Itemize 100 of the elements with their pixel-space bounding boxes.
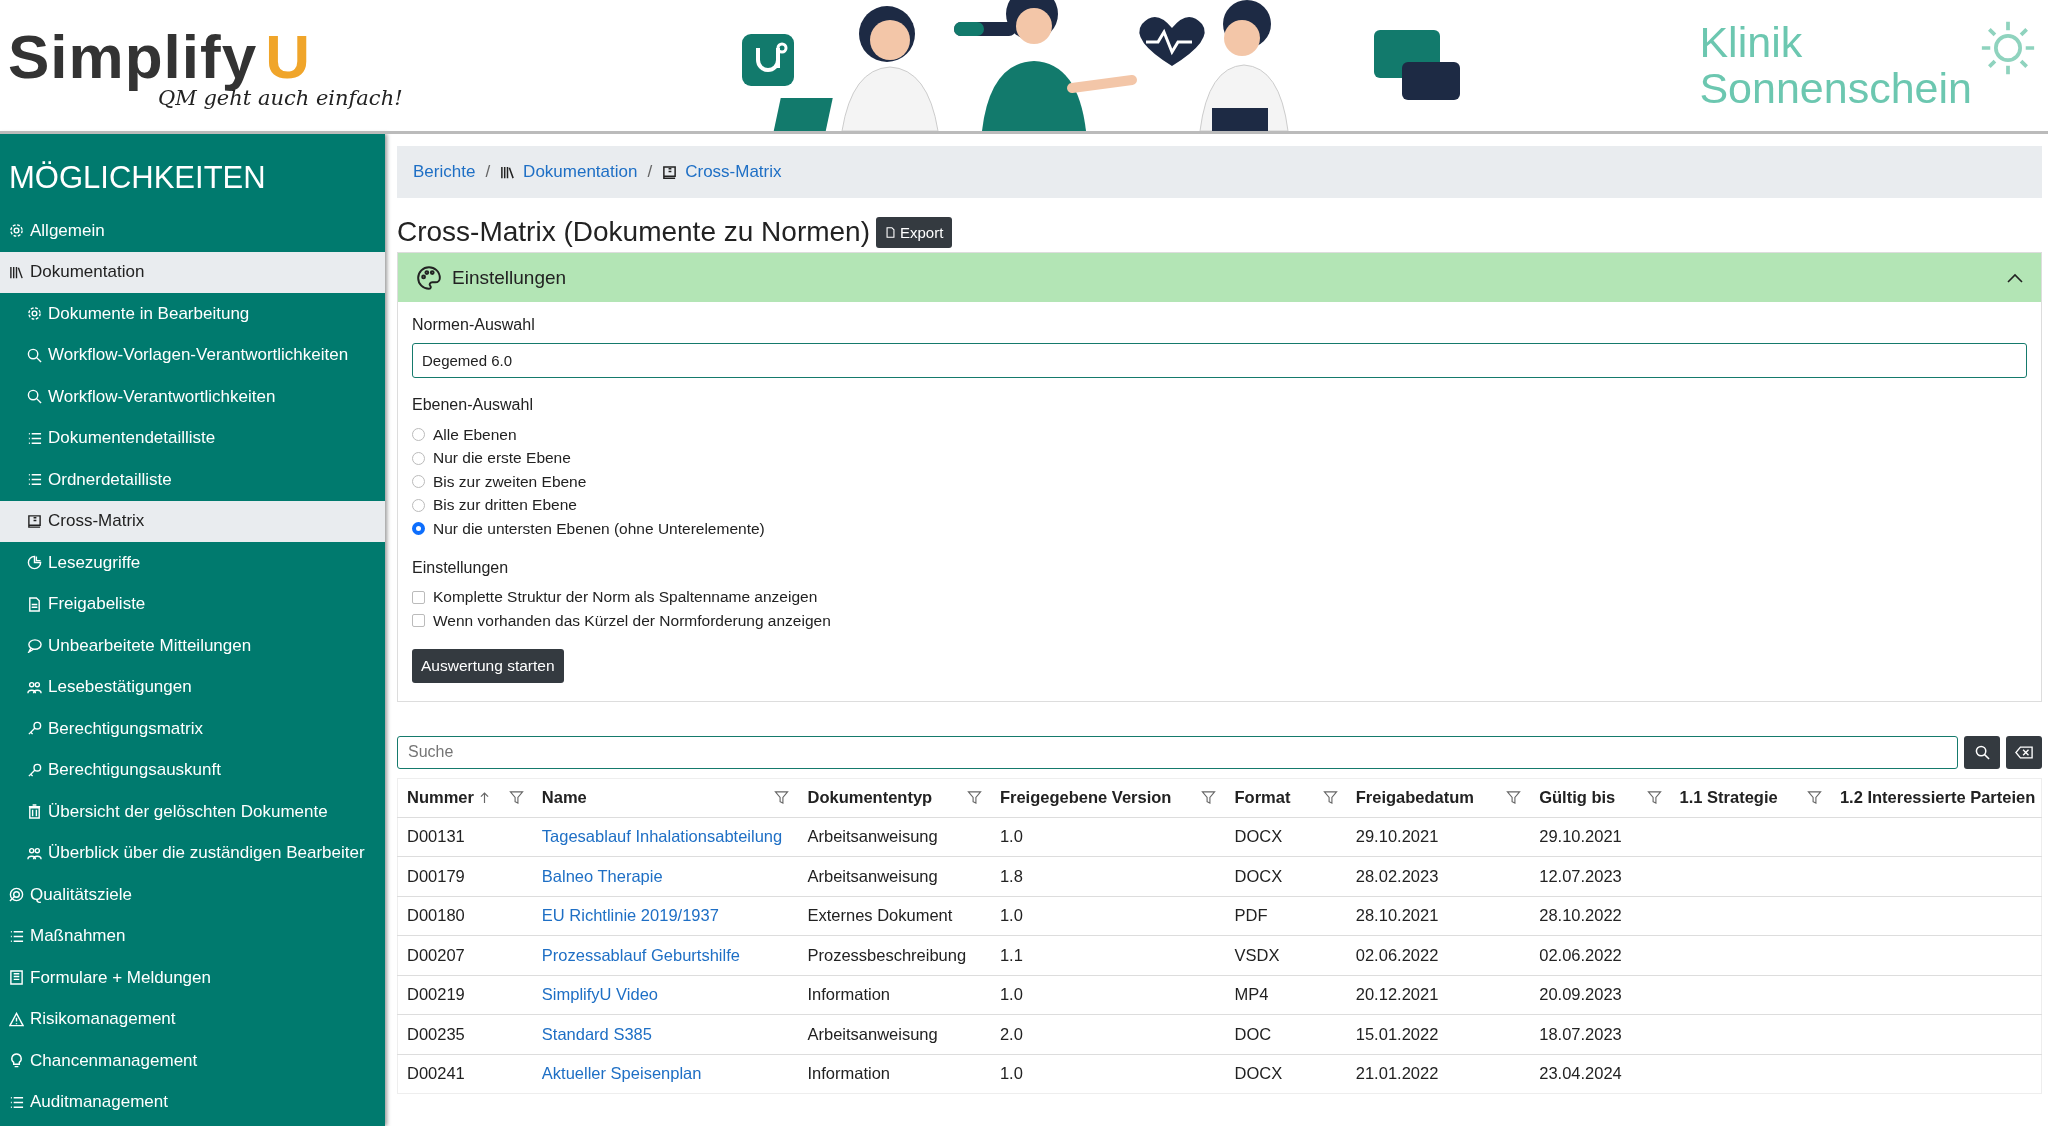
breadcrumb-link[interactable]: Cross-Matrix <box>685 162 782 182</box>
table-cell: Information <box>807 985 890 1004</box>
list-icon <box>27 472 42 488</box>
table-cell: D00241 <box>407 1064 465 1083</box>
sun-icon <box>1980 20 2036 77</box>
settings-header[interactable]: Einstellungen <box>398 253 2041 302</box>
sidebar-item[interactable]: Lesezugriffe <box>0 542 385 584</box>
table-cell: Prozessbeschreibung <box>807 945 967 964</box>
column-header[interactable]: Name <box>541 788 587 807</box>
sidebar-item[interactable]: Ordnerdetailliste <box>0 459 385 501</box>
sidebar-item[interactable]: Dokumente in Bearbeitung <box>0 293 385 335</box>
column-header[interactable]: 1.2 Interessierte Parteien <box>1839 788 2036 807</box>
table-cell: D00179 <box>407 866 465 885</box>
people-icon <box>27 845 42 861</box>
export-button[interactable]: Export <box>876 216 953 248</box>
search-icon <box>27 389 42 405</box>
document-link[interactable]: Balneo Therapie <box>541 866 663 885</box>
radio-button[interactable] <box>412 522 425 536</box>
sidebar-item[interactable]: Workflow-Verantwortlichkeiten <box>0 376 385 418</box>
doc-icon <box>27 596 42 612</box>
sidebar-title: MÖGLICHKEITEN <box>8 159 267 197</box>
column-header[interactable]: Format <box>1234 788 1291 807</box>
sidebar-item[interactable]: Chancenmanagement <box>0 1040 385 1082</box>
filter-icon[interactable] <box>774 790 790 805</box>
sidebar-item[interactable]: Unbearbeitete Mitteilungen <box>0 625 385 667</box>
document-link[interactable]: Tagesablauf Inhalationsabteilung <box>541 827 783 846</box>
table-cell: 12.07.2023 <box>1539 866 1622 885</box>
column-header[interactable]: 1.1 Strategie <box>1679 788 1778 807</box>
filter-icon[interactable] <box>1322 790 1338 805</box>
filter-icon[interactable] <box>508 790 524 805</box>
sidebar-item[interactable]: Qualitätsziele <box>0 874 385 916</box>
gear-icon <box>9 223 24 239</box>
column-header[interactable]: Nummer <box>407 788 474 807</box>
clear-button[interactable] <box>2006 735 2042 769</box>
norm-select[interactable]: Degemed 6.0 <box>412 343 2027 378</box>
radio-label: Nur die untersten Ebenen (ohne Unterelemente) <box>433 519 765 538</box>
logo-text: Simplify <box>8 21 258 91</box>
table-cell: 28.10.2022 <box>1539 906 1622 925</box>
filter-icon[interactable] <box>966 790 982 805</box>
sidebar-item[interactable]: Lesebestätigungen <box>0 666 385 708</box>
breadcrumb-link[interactable]: Berichte <box>413 162 476 182</box>
filter-icon[interactable] <box>1201 790 1217 805</box>
table-cell: DOCX <box>1234 827 1283 846</box>
checkbox-label: Wenn vorhanden das Kürzel der Normforderung anzeigen <box>433 611 831 630</box>
search-button[interactable] <box>1964 735 2000 769</box>
filter-icon[interactable] <box>1646 790 1662 805</box>
breadcrumb-link[interactable]: Dokumentation <box>523 162 638 182</box>
document-link[interactable]: EU Richtlinie 2019/1937 <box>541 906 719 925</box>
table-cell: PDF <box>1234 906 1268 925</box>
sidebar-item[interactable]: Dokumentation <box>0 251 385 293</box>
search-field[interactable]: Suche <box>397 735 1958 769</box>
filter-icon[interactable] <box>1506 790 1522 805</box>
table-cell: D00219 <box>407 985 465 1004</box>
checkbox[interactable] <box>412 590 425 604</box>
sidebar-item[interactable]: Cross-Matrix <box>0 500 385 542</box>
column-header[interactable]: Gültig bis <box>1539 788 1616 807</box>
table-cell: DOCX <box>1234 1064 1283 1083</box>
column-header[interactable]: Freigabedatum <box>1355 788 1475 807</box>
table-cell: 1.0 <box>999 827 1023 846</box>
sidebar-item[interactable]: Allgemein <box>0 210 385 252</box>
document-link[interactable]: Prozessablauf Geburtshilfe <box>541 945 740 964</box>
sidebar-item[interactable]: Workflow-Vorlagen-Verantwortlichkeiten <box>0 334 385 376</box>
sidebar-item[interactable]: Überblick über die zuständigen Bearbeiter <box>0 832 385 874</box>
document-link[interactable]: Standard S385 <box>541 1024 652 1043</box>
sidebar-item[interactable]: Freigabeliste <box>0 583 385 625</box>
table-cell: 02.06.2022 <box>1539 945 1622 964</box>
document-link[interactable]: Aktueller Speisenplan <box>541 1064 702 1083</box>
sidebar-item[interactable]: Formulare + Meldungen <box>0 957 385 999</box>
column-header[interactable]: Dokumententyp <box>807 788 933 807</box>
table-cell: 1.1 <box>999 945 1023 964</box>
clinic-name: Sonnenschein <box>1699 65 1972 111</box>
sidebar-item[interactable]: Übersicht der gelöschten Dokumente <box>0 791 385 833</box>
table-cell: 28.02.2023 <box>1355 866 1439 885</box>
sidebar-item[interactable]: Maßnahmen <box>0 915 385 957</box>
checkbox-label: Komplette Struktur der Norm als Spaltenname anzeigen <box>433 588 818 607</box>
field-label: Ebenen-Auswahl <box>412 396 534 414</box>
sidebar-item[interactable]: Dokumentendetailliste <box>0 417 385 459</box>
document-link[interactable]: SimplifyU Video <box>541 985 658 1004</box>
list-icon <box>9 1094 24 1110</box>
backspace-icon <box>2015 745 2033 759</box>
filter-icon[interactable] <box>1806 790 1822 805</box>
sidebar-item[interactable]: Auditmanagement <box>0 1081 385 1123</box>
checkbox[interactable] <box>412 614 425 628</box>
start-button[interactable]: Auswertung starten <box>412 648 564 683</box>
table-cell: Arbeitsanweisung <box>807 866 938 885</box>
table-cell: D00207 <box>407 945 465 964</box>
table-cell: 20.12.2021 <box>1355 985 1439 1004</box>
table-cell: 29.10.2021 <box>1539 827 1622 846</box>
table-cell: 28.10.2021 <box>1355 906 1439 925</box>
chat-icon <box>27 638 42 654</box>
table-cell: 2.0 <box>999 1024 1023 1043</box>
sidebar-item[interactable]: Berechtigungsauskunft <box>0 749 385 791</box>
column-header[interactable]: Freigegebene Version <box>999 788 1172 807</box>
list-icon <box>9 928 24 944</box>
form-icon <box>9 970 24 986</box>
radio-label: Nur die erste Ebene <box>433 449 571 468</box>
table-cell: 15.01.2022 <box>1355 1024 1439 1043</box>
sidebar-item[interactable]: Risikomanagement <box>0 998 385 1040</box>
radio-label: Bis zur dritten Ebene <box>433 496 577 515</box>
sidebar-item[interactable]: Berechtigungsmatrix <box>0 708 385 750</box>
